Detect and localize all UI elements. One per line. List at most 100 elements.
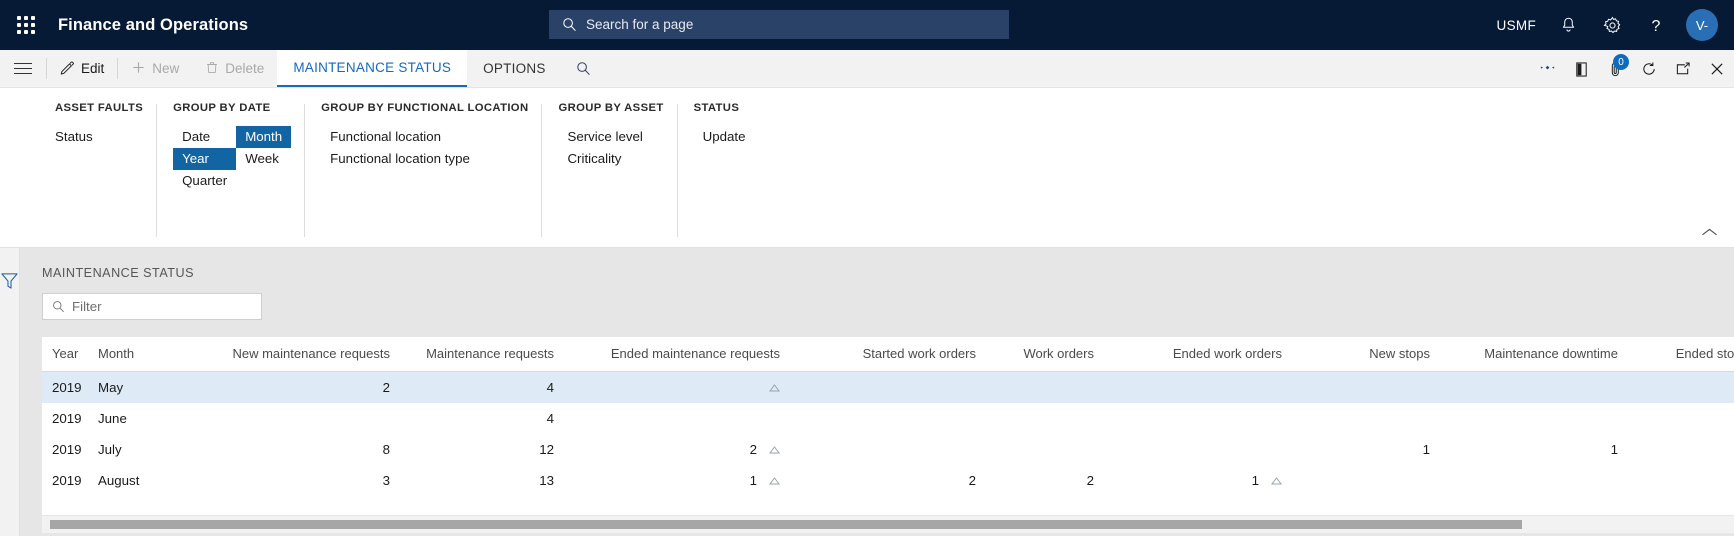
cell-year[interactable]: 2019 bbox=[42, 371, 88, 403]
cell-new-stops[interactable] bbox=[1292, 465, 1440, 496]
column-header-year[interactable]: Year bbox=[42, 337, 88, 372]
alert-triangle-icon[interactable] bbox=[769, 473, 780, 488]
funnel-icon[interactable] bbox=[0, 272, 19, 536]
action-criticality[interactable]: Criticality bbox=[558, 148, 651, 170]
cell-ended-stops[interactable]: 1 bbox=[1628, 434, 1734, 465]
company-selector[interactable]: USMF bbox=[1487, 0, 1546, 50]
cell-month[interactable]: July bbox=[88, 434, 204, 465]
avatar[interactable]: V- bbox=[1686, 9, 1718, 41]
column-header-new-maintenance-requests[interactable]: New maintenance requests bbox=[204, 337, 400, 372]
cell-new-maintenance-requests[interactable]: 3 bbox=[204, 465, 400, 496]
cell-new-maintenance-requests[interactable] bbox=[204, 403, 400, 434]
table-row[interactable]: 2019 May 2 4 bbox=[42, 371, 1734, 403]
gear-icon[interactable] bbox=[1590, 0, 1634, 50]
cell-started-work-orders[interactable] bbox=[790, 434, 986, 465]
cell-month[interactable]: June bbox=[88, 403, 204, 434]
cell-started-work-orders[interactable]: 2 bbox=[790, 465, 986, 496]
column-header-month[interactable]: Month bbox=[88, 337, 204, 372]
cell-ended-maintenance-requests[interactable] bbox=[564, 371, 790, 403]
action-service-level[interactable]: Service level bbox=[558, 126, 651, 148]
horizontal-scrollbar-thumb[interactable] bbox=[50, 520, 1522, 529]
cell-month[interactable]: August bbox=[88, 465, 204, 496]
action-functional-location-type[interactable]: Functional location type bbox=[321, 148, 479, 170]
filter-input[interactable]: Filter bbox=[42, 293, 262, 320]
cell-ended-work-orders[interactable] bbox=[1104, 371, 1292, 403]
cell-maintenance-requests[interactable]: 4 bbox=[400, 371, 564, 403]
cell-ended-work-orders[interactable]: 1 bbox=[1104, 465, 1292, 496]
chevron-up-icon[interactable] bbox=[1701, 225, 1718, 243]
top-navigation-right-cluster: USMF ? V- bbox=[1487, 0, 1722, 50]
app-launcher-icon[interactable] bbox=[0, 0, 52, 50]
table-row[interactable]: 2019July8122111 bbox=[42, 434, 1734, 465]
action-status[interactable]: Status bbox=[55, 126, 102, 148]
column-header-new-stops[interactable]: New stops bbox=[1292, 337, 1440, 372]
cell-year[interactable]: 2019 bbox=[42, 403, 88, 434]
cell-work-orders[interactable] bbox=[986, 434, 1104, 465]
cell-year[interactable]: 2019 bbox=[42, 434, 88, 465]
cell-work-orders[interactable] bbox=[986, 371, 1104, 403]
action-quarter[interactable]: Quarter bbox=[173, 170, 236, 192]
column-header-ended-stops[interactable]: Ended stops bbox=[1628, 337, 1734, 372]
table-row[interactable]: 2019 June 4 bbox=[42, 403, 1734, 434]
open-in-office-icon[interactable] bbox=[1564, 50, 1598, 88]
edit-button[interactable]: Edit bbox=[47, 50, 117, 87]
action-week[interactable]: Week bbox=[236, 148, 291, 170]
action-date[interactable]: Date bbox=[173, 126, 236, 148]
popout-icon[interactable] bbox=[1666, 50, 1700, 88]
cell-new-stops[interactable]: 1 bbox=[1292, 434, 1440, 465]
cell-maintenance-requests[interactable]: 13 bbox=[400, 465, 564, 496]
column-header-maintenance-requests[interactable]: Maintenance requests bbox=[400, 337, 564, 372]
tab-options[interactable]: OPTIONS bbox=[467, 50, 562, 87]
action-update[interactable]: Update bbox=[694, 126, 755, 148]
alert-triangle-icon[interactable] bbox=[769, 380, 780, 395]
action-functional-location[interactable]: Functional location bbox=[321, 126, 479, 148]
alert-triangle-icon[interactable] bbox=[769, 442, 780, 457]
cell-maintenance-downtime[interactable] bbox=[1440, 403, 1628, 434]
column-header-ended-maintenance-requests[interactable]: Ended maintenance requests bbox=[564, 337, 790, 372]
column-header-maintenance-downtime[interactable]: Maintenance downtime bbox=[1440, 337, 1628, 372]
alert-triangle-icon[interactable] bbox=[1271, 473, 1282, 488]
cell-ended-stops[interactable] bbox=[1628, 371, 1734, 403]
table-row[interactable]: 2019 August 3 13 1 2 2 1 bbox=[42, 465, 1734, 496]
cell-maintenance-downtime[interactable] bbox=[1440, 371, 1628, 403]
cell-new-maintenance-requests[interactable]: 2 bbox=[204, 371, 400, 403]
column-header-ended-work-orders[interactable]: Ended work orders bbox=[1104, 337, 1292, 372]
cell-new-maintenance-requests[interactable]: 8 bbox=[204, 434, 400, 465]
action-year[interactable]: Year bbox=[173, 148, 237, 170]
cell-year[interactable]: 2019 bbox=[42, 465, 88, 496]
cell-ended-work-orders[interactable] bbox=[1104, 434, 1292, 465]
delete-button[interactable]: Delete bbox=[192, 50, 277, 87]
cell-work-orders[interactable]: 2 bbox=[986, 465, 1104, 496]
cell-work-orders[interactable] bbox=[986, 403, 1104, 434]
cell-started-work-orders[interactable] bbox=[790, 403, 986, 434]
cell-month[interactable]: May bbox=[88, 371, 204, 403]
close-icon[interactable] bbox=[1700, 50, 1734, 88]
horizontal-scrollbar[interactable] bbox=[42, 515, 1734, 533]
question-mark-icon[interactable]: ? bbox=[1634, 0, 1678, 50]
global-search-input[interactable]: Search for a page bbox=[549, 10, 1009, 39]
cell-ended-maintenance-requests[interactable]: 2 bbox=[564, 434, 790, 465]
cell-new-stops[interactable] bbox=[1292, 403, 1440, 434]
hamburger-icon[interactable] bbox=[0, 50, 46, 87]
cell-ended-maintenance-requests[interactable]: 1 bbox=[564, 465, 790, 496]
action-month[interactable]: Month bbox=[236, 126, 292, 148]
cell-ended-maintenance-requests[interactable] bbox=[564, 403, 790, 434]
refresh-icon[interactable] bbox=[1632, 50, 1666, 88]
cell-maintenance-requests[interactable]: 12 bbox=[400, 434, 564, 465]
cell-new-stops[interactable] bbox=[1292, 371, 1440, 403]
bell-icon[interactable] bbox=[1546, 0, 1590, 50]
cell-maintenance-downtime[interactable]: 1 bbox=[1440, 434, 1628, 465]
column-header-started-work-orders[interactable]: Started work orders bbox=[790, 337, 986, 372]
new-button[interactable]: New bbox=[118, 50, 192, 87]
cell-maintenance-requests[interactable]: 4 bbox=[400, 403, 564, 434]
column-header-work-orders[interactable]: Work orders bbox=[986, 337, 1104, 372]
command-bar-search-icon[interactable] bbox=[562, 50, 605, 87]
attachments-icon[interactable]: 0 bbox=[1598, 50, 1632, 88]
tab-maintenance-status[interactable]: MAINTENANCE STATUS bbox=[277, 50, 468, 87]
cell-started-work-orders[interactable] bbox=[790, 371, 986, 403]
cell-ended-stops[interactable] bbox=[1628, 403, 1734, 434]
cell-ended-work-orders[interactable] bbox=[1104, 403, 1292, 434]
share-icon[interactable] bbox=[1530, 50, 1564, 88]
cell-ended-stops[interactable] bbox=[1628, 465, 1734, 496]
cell-maintenance-downtime[interactable] bbox=[1440, 465, 1628, 496]
